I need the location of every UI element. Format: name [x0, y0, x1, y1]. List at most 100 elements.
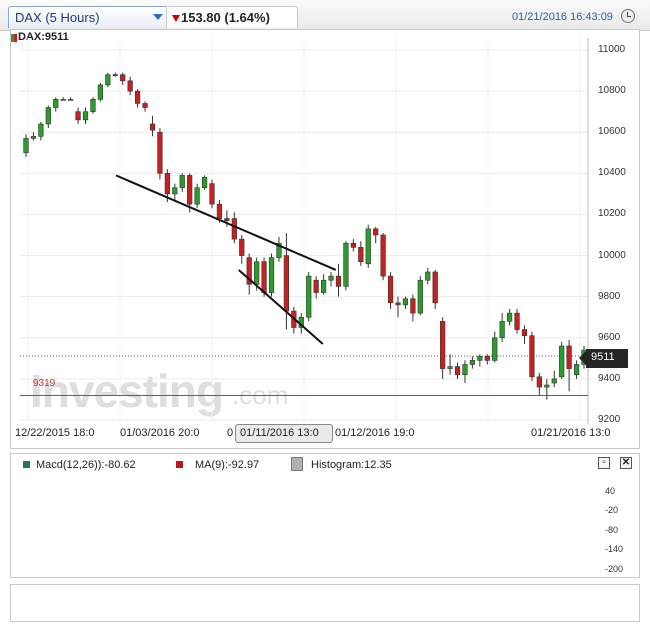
- candle-down: [440, 321, 446, 369]
- y-tick-label: 10200: [598, 208, 626, 220]
- minimize-icon[interactable]: ▫: [598, 457, 610, 469]
- ma-label: MA(9):-92.97: [195, 459, 260, 471]
- candle-up: [447, 366, 453, 369]
- candle-up: [506, 312, 513, 322]
- candle-down: [454, 366, 461, 376]
- x-axis-label: 12/22/2015 18:0: [15, 427, 95, 439]
- candle-down: [224, 218, 230, 221]
- candle-up: [417, 279, 423, 314]
- y-tick-label: 9800: [598, 290, 621, 302]
- candle-up: [462, 364, 468, 376]
- y-tick-label: 9600: [598, 331, 621, 343]
- candle-down: [387, 275, 394, 304]
- close-icon[interactable]: ✕: [620, 457, 632, 469]
- candle-up: [179, 175, 185, 189]
- candle-up: [112, 74, 118, 76]
- candle-up: [30, 136, 37, 139]
- candle-up: [402, 298, 409, 306]
- candle-up: [469, 360, 476, 365]
- candle-up: [90, 99, 96, 112]
- candle-down: [164, 173, 170, 195]
- candle-down: [484, 355, 490, 361]
- candle-down: [209, 183, 215, 205]
- last-price-tag: 9511: [579, 349, 628, 368]
- candle-down: [514, 312, 520, 330]
- x-axis-label: 01/12/2016 19:0: [335, 427, 415, 439]
- histogram-legend-swatch: [291, 457, 303, 471]
- candle-up: [573, 364, 580, 376]
- candle-up: [97, 84, 104, 100]
- ma-legend-swatch: [176, 461, 183, 468]
- candle-down: [149, 123, 156, 131]
- candle-down: [216, 203, 223, 219]
- x-axis-label-highlight: 01/11/2016 13:0: [240, 427, 319, 439]
- candle-up: [38, 123, 44, 137]
- indicator-y-tick-label: -200: [605, 563, 624, 574]
- navigator-panel[interactable]: [10, 584, 640, 622]
- candle-up: [53, 99, 59, 108]
- candle-up: [201, 177, 208, 189]
- indicator-panel[interactable]: [10, 453, 640, 578]
- candle-up: [492, 337, 498, 361]
- candle-up: [365, 228, 371, 265]
- indicator-y-tick-label: 40: [605, 485, 616, 496]
- candle-up: [477, 355, 483, 361]
- candle-down: [380, 234, 386, 277]
- candle-down: [410, 298, 416, 314]
- candle-down: [120, 74, 126, 82]
- indicator-y-tick-label: -80: [605, 524, 619, 535]
- histogram-label: Histogram:12.35: [311, 459, 392, 471]
- x-axis-label: 0: [227, 427, 234, 439]
- candle-up: [60, 99, 66, 101]
- x-axis-label: 01/21/2016 13:0: [531, 427, 611, 439]
- y-tick-label: 9200: [598, 414, 621, 425]
- indicator-y-tick-label: -20: [605, 505, 619, 516]
- level-line-label: 9319: [33, 378, 56, 389]
- candle-down: [529, 335, 535, 378]
- candle-up: [254, 261, 260, 285]
- candle-up: [105, 74, 111, 86]
- candle-up: [268, 257, 275, 293]
- candle-down: [231, 218, 237, 240]
- candle-down: [350, 242, 356, 248]
- candle-down: [187, 175, 193, 205]
- candle-up: [320, 279, 327, 293]
- y-tick-label: 11000: [598, 44, 626, 55]
- chart-widget: DAX (5 Hours) 153.80 (1.64%) 01/21/2016 …: [0, 0, 650, 627]
- candle-down: [566, 345, 572, 369]
- y-tick-label: 10600: [598, 126, 626, 138]
- candle-down: [239, 238, 245, 256]
- indicator-y-tick-label: -140: [605, 544, 624, 555]
- macd-label: Macd(12,26)):-80.62: [36, 459, 136, 471]
- candle-up: [544, 384, 550, 388]
- x-axis-label: 01/03/2016 20:0: [120, 427, 200, 439]
- candle-up: [343, 242, 349, 287]
- candle-down: [142, 103, 148, 108]
- candle-up: [23, 138, 29, 154]
- candle-up: [499, 321, 505, 339]
- y-tick-label: 10400: [598, 167, 626, 179]
- y-tick-label: 10000: [598, 249, 626, 261]
- macd-legend-swatch: [23, 461, 30, 468]
- candle-down: [358, 247, 364, 263]
- candle-down: [373, 228, 379, 236]
- candle-up: [82, 111, 89, 121]
- candle-down: [283, 255, 290, 312]
- candle-down: [134, 90, 141, 104]
- y-tick-label: 10800: [598, 85, 626, 97]
- candle-up: [172, 187, 178, 195]
- candle-up: [425, 271, 431, 281]
- candle-down: [127, 80, 133, 92]
- candle-down: [157, 131, 163, 174]
- candle-down: [335, 275, 342, 287]
- candle-up: [559, 345, 565, 378]
- candle-up: [45, 107, 51, 125]
- candle-up: [306, 275, 312, 318]
- candle-down: [536, 376, 542, 388]
- candle-up: [328, 275, 334, 281]
- candle-up: [68, 99, 74, 101]
- candle-down: [261, 261, 267, 293]
- y-tick-label: 9400: [598, 372, 621, 384]
- candle-down: [313, 279, 319, 293]
- candle-down: [395, 302, 401, 306]
